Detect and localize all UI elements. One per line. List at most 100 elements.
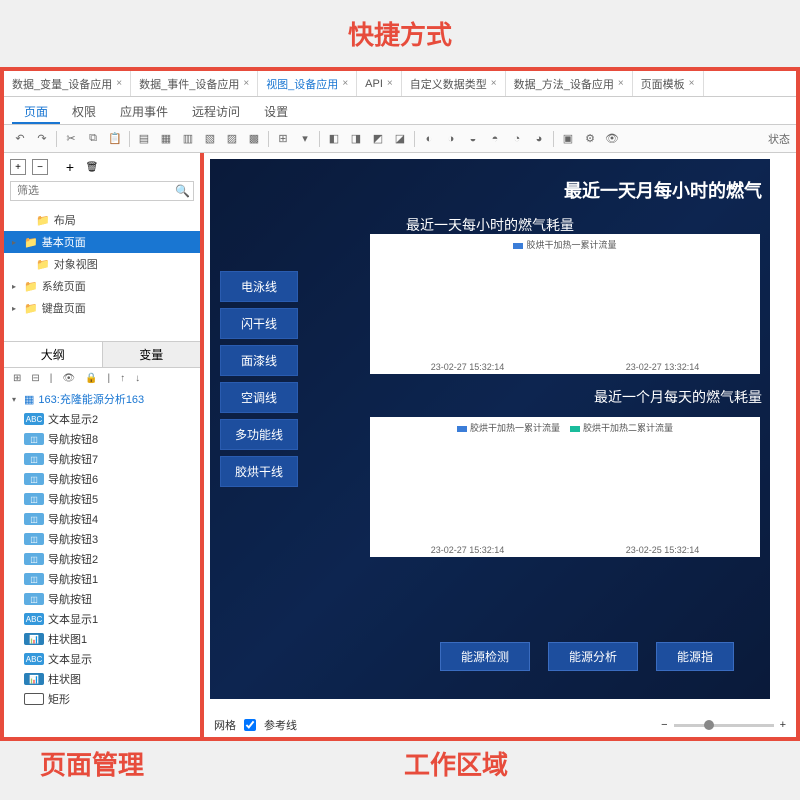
- tab-outline[interactable]: 大纲: [4, 342, 103, 367]
- close-icon[interactable]: ×: [618, 78, 624, 89]
- page-icon: ▦: [24, 393, 34, 406]
- dropdown-icon[interactable]: ▾: [295, 129, 315, 149]
- outline-item-13[interactable]: 📊柱状图: [4, 669, 200, 689]
- chart2-title: 最近一个月每天的燃气耗量: [210, 387, 762, 407]
- view-icon[interactable]: ▣: [558, 129, 578, 149]
- tool-icon[interactable]: ◕: [529, 129, 549, 149]
- chart-icon: 📊: [24, 673, 44, 685]
- tree-item-1[interactable]: ▸📁基本页面: [4, 231, 200, 253]
- search-input[interactable]: [10, 181, 194, 201]
- undo-icon[interactable]: ↶: [10, 129, 30, 149]
- add-button[interactable]: +: [62, 159, 78, 175]
- tool-icon[interactable]: ◔: [507, 129, 527, 149]
- search-icon[interactable]: 🔍: [175, 184, 190, 198]
- chart-icon: 📊: [24, 633, 44, 645]
- tool-icon[interactable]: ◓: [485, 129, 505, 149]
- outline-item-12[interactable]: ABC文本显示: [4, 649, 200, 669]
- lock-icon[interactable]: 🔒: [82, 372, 100, 385]
- tool-icon[interactable]: ◒: [463, 129, 483, 149]
- outline-item-5[interactable]: ◫导航按钮4: [4, 509, 200, 529]
- grid-icon[interactable]: ⊞: [273, 129, 293, 149]
- preview-icon[interactable]: 👁: [602, 129, 622, 149]
- subtab-0[interactable]: 页面: [12, 97, 60, 124]
- action-button-0[interactable]: 能源检测: [440, 642, 530, 671]
- nav-button-5[interactable]: 胶烘干线: [220, 456, 298, 487]
- align-center-icon[interactable]: ▦: [156, 129, 176, 149]
- close-icon[interactable]: ×: [387, 78, 393, 89]
- nav-button-0[interactable]: 电泳线: [220, 271, 298, 302]
- tree-item-3[interactable]: ▸📁系统页面: [4, 275, 200, 297]
- outline-item-9[interactable]: ◫导航按钮: [4, 589, 200, 609]
- close-icon[interactable]: ×: [116, 78, 122, 89]
- close-icon[interactable]: ×: [491, 78, 497, 89]
- outline-item-0[interactable]: ABC文本显示2: [4, 409, 200, 429]
- subtab-4[interactable]: 设置: [252, 97, 300, 124]
- paste-icon[interactable]: 📋: [105, 129, 125, 149]
- outline-item-8[interactable]: ◫导航按钮1: [4, 569, 200, 589]
- align-bottom-icon[interactable]: ▩: [244, 129, 264, 149]
- outline-item-11[interactable]: 📊柱状图1: [4, 629, 200, 649]
- chart1-x1: 23-02-27 13:32:14: [626, 362, 700, 372]
- chart-2[interactable]: 胶烘干加热一累计流量 胶烘干加热二累计流量 23-02-27 15:32:14 …: [370, 417, 760, 557]
- subtab-3[interactable]: 远程访问: [180, 97, 252, 124]
- tool-icon[interactable]: ◩: [368, 129, 388, 149]
- redo-icon[interactable]: ↷: [32, 129, 52, 149]
- collapse-all-button[interactable]: −: [32, 159, 48, 175]
- tab-5[interactable]: 数据_方法_设备应用×: [506, 71, 633, 96]
- tab-6[interactable]: 页面模板×: [633, 71, 704, 96]
- tool-icon[interactable]: ◧: [324, 129, 344, 149]
- tree-item-4[interactable]: ▸📁键盘页面: [4, 297, 200, 319]
- expand-icon[interactable]: ⊞: [10, 372, 24, 385]
- tab-4[interactable]: 自定义数据类型×: [402, 71, 506, 96]
- action-button-1[interactable]: 能源分析: [548, 642, 638, 671]
- tool-icon[interactable]: ◐: [419, 129, 439, 149]
- outline-item-10[interactable]: ABC文本显示1: [4, 609, 200, 629]
- outline-item-2[interactable]: ◫导航按钮7: [4, 449, 200, 469]
- tab-3[interactable]: API×: [357, 71, 402, 96]
- align-right-icon[interactable]: ▥: [178, 129, 198, 149]
- tab-1[interactable]: 数据_事件_设备应用×: [131, 71, 258, 96]
- collapse-icon[interactable]: ⊟: [28, 372, 42, 385]
- folder-icon: 📁: [36, 214, 50, 227]
- nav-button-2[interactable]: 面漆线: [220, 345, 298, 376]
- outline-item-6[interactable]: ◫导航按钮3: [4, 529, 200, 549]
- tool-icon[interactable]: ◪: [390, 129, 410, 149]
- outline-item-3[interactable]: ◫导航按钮6: [4, 469, 200, 489]
- tool-icon[interactable]: ◑: [441, 129, 461, 149]
- tab-vars[interactable]: 变量: [103, 342, 201, 367]
- nav-button-4[interactable]: 多功能线: [220, 419, 298, 450]
- tool-icon[interactable]: ◨: [346, 129, 366, 149]
- design-canvas[interactable]: 最近一天月每小时的燃气 最近一天每小时的燃气耗量 电泳线闪干线面漆线空调线多功能…: [210, 159, 770, 699]
- eye-icon[interactable]: 👁: [59, 372, 78, 385]
- nav-button-1[interactable]: 闪干线: [220, 308, 298, 339]
- up-icon[interactable]: ↑: [117, 372, 128, 385]
- tab-2[interactable]: 视图_设备应用×: [258, 71, 357, 96]
- align-left-icon[interactable]: ▤: [134, 129, 154, 149]
- align-middle-icon[interactable]: ▨: [222, 129, 242, 149]
- tab-0[interactable]: 数据_变量_设备应用×: [4, 71, 131, 96]
- canvas-title: 最近一天月每小时的燃气: [210, 159, 770, 211]
- outline-item-4[interactable]: ◫导航按钮5: [4, 489, 200, 509]
- tree-item-0[interactable]: 📁布局: [4, 209, 200, 231]
- tree-item-2[interactable]: 📁对象视图: [4, 253, 200, 275]
- outline-item-14[interactable]: 矩形: [4, 689, 200, 709]
- close-icon[interactable]: ×: [689, 78, 695, 89]
- chart2-legend2: 胶烘干加热二累计流量: [583, 423, 673, 433]
- copy-icon[interactable]: ⧉: [83, 129, 103, 149]
- cut-icon[interactable]: ✂: [61, 129, 81, 149]
- outline-item-7[interactable]: ◫导航按钮2: [4, 549, 200, 569]
- chart-1[interactable]: 胶烘干加热一累计流量 23-02-27 15:32:14 23-02-27 13…: [370, 234, 760, 374]
- settings-icon[interactable]: ⚙: [580, 129, 600, 149]
- align-top-icon[interactable]: ▧: [200, 129, 220, 149]
- close-icon[interactable]: ×: [342, 78, 348, 89]
- subtab-1[interactable]: 权限: [60, 97, 108, 124]
- action-button-2[interactable]: 能源指: [656, 642, 734, 671]
- outline-root[interactable]: ▾ ▦ 163:充隆能源分析163: [4, 389, 200, 409]
- expand-all-button[interactable]: +: [10, 159, 26, 175]
- subtab-2[interactable]: 应用事件: [108, 97, 180, 124]
- outline-item-1[interactable]: ◫导航按钮8: [4, 429, 200, 449]
- delete-button[interactable]: 🗑: [84, 159, 100, 175]
- chart1-x0: 23-02-27 15:32:14: [431, 362, 505, 372]
- down-icon[interactable]: ↓: [132, 372, 143, 385]
- close-icon[interactable]: ×: [243, 78, 249, 89]
